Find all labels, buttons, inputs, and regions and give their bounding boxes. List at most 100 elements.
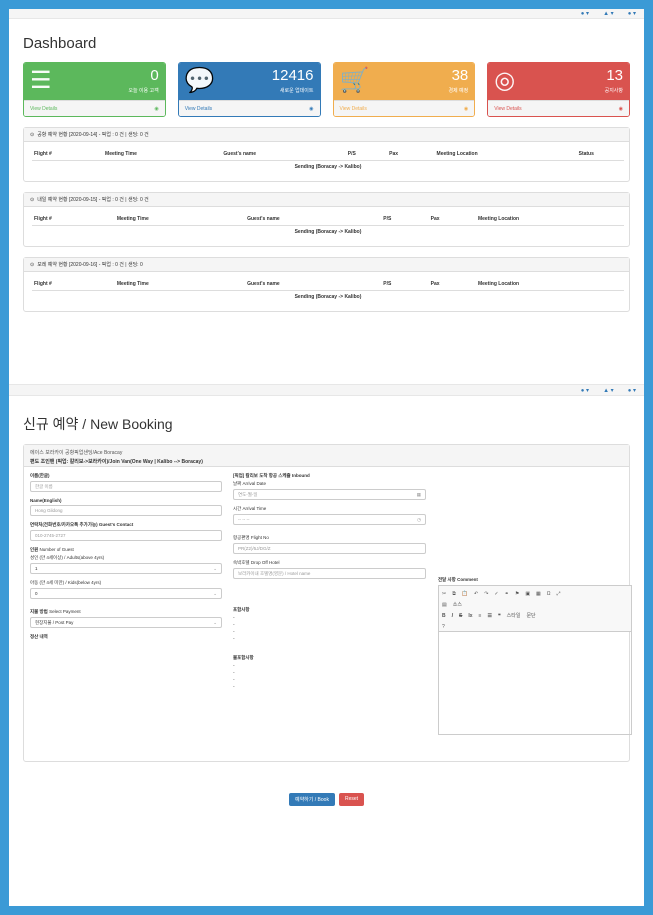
- style-select[interactable]: 스타일: [507, 612, 521, 619]
- flight-label: 항공편명 Flight No: [233, 535, 269, 540]
- bullet-list-icon[interactable]: ☰: [487, 613, 491, 619]
- quote-icon[interactable]: ❝: [498, 613, 501, 619]
- kids-label: 아동 (만 4세 미만) / Kids(below 4yrs): [30, 580, 102, 585]
- stat-panel-payment: 🛒 38 경제 예정 View Details ◉: [332, 62, 476, 117]
- column-header: Meeting Time: [114, 213, 246, 226]
- arrival-time-input[interactable]: -- -- -- ◷: [233, 514, 426, 525]
- name-en-input[interactable]: Hong Gildong: [30, 505, 222, 516]
- user-icon[interactable]: ● ▾: [628, 387, 636, 394]
- stat-label: 새로운 업데이트: [279, 88, 314, 94]
- bell-icon[interactable]: ▲ ▾: [603, 387, 614, 394]
- cut-icon[interactable]: ✂: [442, 591, 446, 597]
- stat-value: 0: [150, 67, 159, 84]
- column-header: Meeting Location: [475, 278, 624, 291]
- stat-label: 오늘 이용 고객: [128, 88, 159, 94]
- numbered-list-icon[interactable]: ≡: [479, 613, 482, 619]
- table-row: Sending (Boracay -> Kalibo): [294, 164, 362, 170]
- copy-icon[interactable]: ⧉: [452, 591, 456, 597]
- italic-icon[interactable]: I: [452, 613, 453, 619]
- view-details-link[interactable]: View Details ◉: [178, 100, 320, 116]
- column-header: Meeting Time: [114, 278, 246, 291]
- schedule-table: Flight # Meeting Time Guest's name P/S P…: [32, 278, 624, 303]
- editor-toolbar: ✂ ⧉ 📋 ↶ ↷ ✓ ⚭ ⚑ ▣ ▦ Ω ⤢ ▤ 소스 B I S Ix ≡ …: [439, 586, 631, 632]
- stat-value: 12416: [271, 67, 314, 84]
- comments-icon[interactable]: ● ▾: [581, 387, 589, 394]
- undo-icon[interactable]: ↶: [474, 591, 478, 597]
- arrival-date-input[interactable]: 연도-월-일 ▦: [233, 489, 426, 500]
- clock-icon: ⊙: [30, 196, 35, 203]
- hotel-input[interactable]: 보라카이내 호텔명(영문) / Hotel name: [233, 568, 426, 579]
- name-en-label: Name(English): [30, 498, 62, 503]
- clock-icon[interactable]: ◷: [417, 517, 421, 523]
- includes-list: ----: [233, 615, 235, 642]
- flight-input[interactable]: PR(Z2)/5J/DG/Z: [233, 543, 426, 554]
- bell-icon[interactable]: ▲ ▾: [603, 10, 614, 17]
- image-icon[interactable]: ▣: [525, 591, 530, 597]
- redo-icon[interactable]: ↷: [484, 591, 488, 597]
- bold-icon[interactable]: B: [442, 613, 446, 619]
- schedule-table: Flight # Meeting Time Guest's name P/S P…: [32, 148, 624, 173]
- table-row: Sending (Boracay -> Kalibo): [294, 229, 362, 235]
- booking-title: 신규 예약 / New Booking: [23, 416, 173, 432]
- comment-editor[interactable]: ✂ ⧉ 📋 ↶ ↷ ✓ ⚭ ⚑ ▣ ▦ Ω ⤢ ▤ 소스 B I S Ix ≡ …: [438, 585, 632, 735]
- view-details-link[interactable]: View Details ◉: [488, 100, 629, 116]
- view-details-link[interactable]: View Details ◉: [24, 100, 165, 116]
- reset-button[interactable]: Reset: [338, 793, 365, 806]
- special-char-icon[interactable]: Ω: [547, 591, 551, 597]
- clock-icon: ⊙: [30, 261, 35, 268]
- stat-panel-today: ☰ 0 오늘 이용 고객 View Details ◉: [23, 62, 166, 117]
- maximize-icon[interactable]: ⤢: [557, 591, 561, 597]
- flight-column: [픽업] 칼리보 도착 항공 스케쥴 Inbound 날짜 Arrival Da…: [233, 473, 426, 691]
- stat-value: 38: [451, 67, 469, 84]
- guests-label: 인원 Number of Guest: [30, 547, 74, 552]
- adult-label: 성인 (만 4세이상) / Adults(above 4yrs): [30, 555, 105, 560]
- schedule-day-after: ⊙ 모레 예약 현황 [2020-09-16] - 픽업 : 0 건 | 샌딩: …: [23, 257, 630, 312]
- lifebuoy-icon: ◎: [494, 67, 516, 94]
- payment-select[interactable]: 현장지불 / Post Pay ⌄: [30, 617, 222, 628]
- column-header: Status: [576, 148, 624, 161]
- column-header: Guest's name: [245, 278, 382, 291]
- link-icon[interactable]: ⚭: [505, 591, 509, 597]
- comments-icon[interactable]: ● ▾: [581, 10, 589, 17]
- arrival-time-label: 시간 Arrival Time: [233, 506, 267, 511]
- source-button[interactable]: 소스: [453, 601, 462, 608]
- calendar-icon[interactable]: ▦: [417, 492, 421, 498]
- column-header: P/S: [381, 213, 429, 226]
- kids-select[interactable]: 0 ⌄: [30, 588, 222, 599]
- column-header: Meeting Time: [103, 148, 222, 161]
- spellcheck-icon[interactable]: ✓: [494, 591, 498, 597]
- chevron-down-icon: ⌄: [213, 565, 217, 571]
- format-select[interactable]: 문단: [526, 612, 535, 619]
- stat-panels: ☰ 0 오늘 이용 고객 View Details ◉ 💬 12416 새로운 업…: [23, 62, 630, 117]
- stat-panel-notices: ◎ 13 공지사항 View Details ◉: [487, 62, 630, 117]
- strike-icon[interactable]: S: [459, 613, 462, 619]
- arrow-circle-icon: ◉: [154, 106, 159, 112]
- page-title: Dashboard: [23, 35, 97, 52]
- schedule-tomorrow: ⊙ 내일 예약 현황 [2020-09-15] - 픽업 : 0 건 | 샌딩: …: [23, 192, 630, 247]
- view-details-link[interactable]: View Details ◉: [333, 100, 475, 116]
- column-header: Meeting Location: [475, 213, 624, 226]
- cart-icon: 🛒: [339, 67, 370, 94]
- contact-input[interactable]: 010-2745-2727: [30, 530, 222, 541]
- column-header: Pax: [428, 278, 476, 291]
- name-kr-input[interactable]: 한글 이름: [30, 481, 222, 492]
- stat-label: 경제 예정: [448, 88, 469, 94]
- schedule-today: ⊙ 공항 예약 현황 [2020-09-14] - 픽업 : 0 건 | 샌딩: …: [23, 127, 630, 182]
- clear-format-icon[interactable]: Ix: [468, 613, 472, 619]
- top-navbar-2: ● ▾ ▲ ▾ ● ▾: [9, 384, 644, 396]
- book-button[interactable]: 예약하기 / Book: [288, 793, 335, 806]
- form-buttons: 예약하기 / Book Reset: [9, 793, 644, 806]
- table-icon[interactable]: ▦: [536, 591, 541, 597]
- app-frame: ● ▾ ▲ ▾ ● ▾ Dashboard ☰ 0 오늘 이용 고객 View …: [9, 9, 644, 906]
- column-header: Flight #: [32, 148, 104, 161]
- paste-icon[interactable]: 📋: [462, 591, 468, 597]
- flag-icon[interactable]: ⚑: [515, 591, 519, 597]
- adult-select[interactable]: 1 ⌄: [30, 563, 222, 574]
- column-header: Guest's name: [245, 213, 382, 226]
- arrow-circle-icon: ◉: [463, 106, 469, 112]
- stat-value: 13: [606, 67, 623, 84]
- user-icon[interactable]: ● ▾: [628, 10, 636, 17]
- help-icon[interactable]: ?: [442, 624, 445, 630]
- source-icon[interactable]: ▤: [442, 602, 447, 608]
- blank-area: [9, 312, 644, 384]
